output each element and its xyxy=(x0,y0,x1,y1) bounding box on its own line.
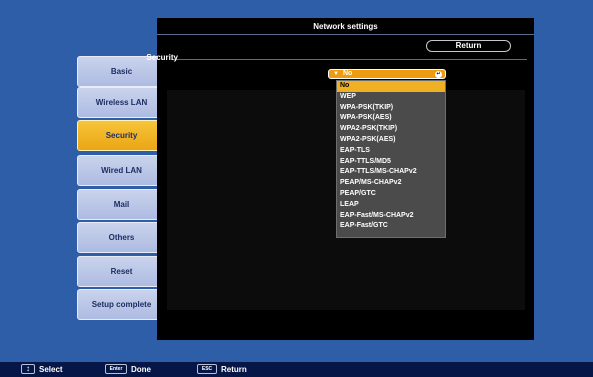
security-option-wpa-psk-aes[interactable]: WPA-PSK(AES) xyxy=(337,113,445,124)
enter-icon: ↵ xyxy=(435,71,442,78)
security-option-eap-fast-ms-chapv2[interactable]: EAP-Fast/MS-CHAPv2 xyxy=(337,211,445,222)
security-option-eap-tls[interactable]: EAP-TLS xyxy=(337,146,445,157)
sidebar-item-setup-complete[interactable]: Setup complete xyxy=(77,289,166,320)
security-select[interactable]: ▼ No ↵ xyxy=(328,69,446,79)
sidebar-item-reset[interactable]: Reset xyxy=(77,256,166,287)
security-dropdown: No WEP WPA-PSK(TKIP) WPA-PSK(AES) WPA2-P… xyxy=(336,80,446,238)
sidebar-item-wireless-lan[interactable]: Wireless LAN xyxy=(77,87,166,118)
bottom-hint-bar: ↕ Select Enter Done ESC Return xyxy=(0,362,593,377)
security-option-wpa2-psk-aes[interactable]: WPA2-PSK(AES) xyxy=(337,135,445,146)
security-option-peap-ms-chapv2[interactable]: PEAP/MS-CHAPv2 xyxy=(337,178,445,189)
security-option-wep[interactable]: WEP xyxy=(337,92,445,103)
security-select-value: No xyxy=(343,70,353,77)
security-label: Security xyxy=(146,53,178,62)
security-option-no[interactable]: No xyxy=(337,81,445,92)
hint-select: ↕ Select xyxy=(21,364,63,375)
triangle-down-icon: ▼ xyxy=(333,71,339,77)
hint-done-label: Done xyxy=(131,365,151,374)
security-option-wpa2-psk-tkip[interactable]: WPA2-PSK(TKIP) xyxy=(337,124,445,135)
sidebar-item-wired-lan[interactable]: Wired LAN xyxy=(77,155,166,186)
sidebar-item-security[interactable]: Security xyxy=(77,120,166,151)
return-button[interactable]: Return xyxy=(426,40,511,52)
sidebar-item-others[interactable]: Others xyxy=(77,222,166,253)
enter-key-icon: Enter xyxy=(105,364,127,374)
panel-title: Network settings xyxy=(157,18,534,35)
esc-key-icon: ESC xyxy=(197,364,217,374)
hint-done: Enter Done xyxy=(105,364,151,375)
security-option-wpa-psk-tkip[interactable]: WPA-PSK(TKIP) xyxy=(337,103,445,114)
security-option-eap-fast-gtc[interactable]: EAP-Fast/GTC xyxy=(337,221,445,232)
up-down-arrow-icon: ↕ xyxy=(21,364,35,374)
hint-return-label: Return xyxy=(221,365,247,374)
security-option-peap-gtc[interactable]: PEAP/GTC xyxy=(337,189,445,200)
stage: Basic Wireless LAN Security Wired LAN Ma… xyxy=(0,0,593,377)
hint-select-label: Select xyxy=(39,365,63,374)
security-option-leap[interactable]: LEAP xyxy=(337,200,445,211)
divider xyxy=(171,59,527,60)
security-option-eap-ttls-md5[interactable]: EAP-TTLS/MD5 xyxy=(337,157,445,168)
security-option-eap-ttls-ms-chapv2[interactable]: EAP-TTLS/MS-CHAPv2 xyxy=(337,167,445,178)
sidebar-item-mail[interactable]: Mail xyxy=(77,189,166,220)
hint-return: ESC Return xyxy=(197,364,247,375)
